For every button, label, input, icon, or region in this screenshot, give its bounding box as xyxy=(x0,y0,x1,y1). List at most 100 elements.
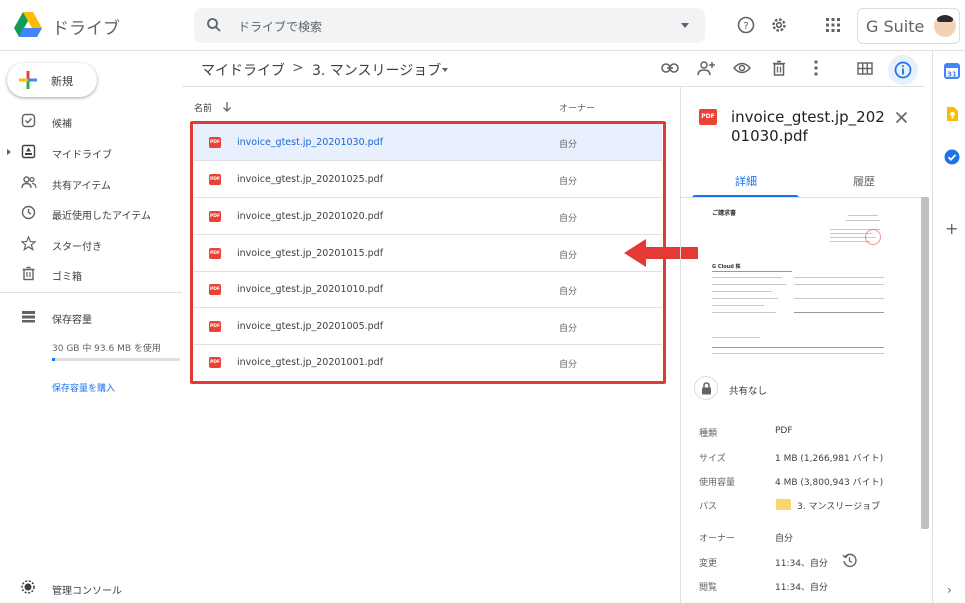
highlight-box xyxy=(190,121,666,384)
sidebar-item-starred[interactable]: スター付き xyxy=(0,232,180,256)
version-history-icon[interactable] xyxy=(842,553,857,568)
seal-stamp-icon xyxy=(865,229,881,245)
sidebar-item-recent[interactable]: 最近使用したアイテム xyxy=(0,201,180,225)
sidebar-item-suggested[interactable]: 候補 xyxy=(0,109,180,133)
delete-icon[interactable] xyxy=(772,60,786,76)
details-scrollbar[interactable] xyxy=(921,197,929,529)
prop-size-key: サイズ xyxy=(699,454,726,464)
buy-storage-link[interactable]: 保存容量を購入 xyxy=(52,381,115,394)
shared-icon xyxy=(21,176,37,189)
apps-grid-icon[interactable] xyxy=(826,18,840,32)
breadcrumb-dropdown-icon[interactable] xyxy=(442,68,448,72)
add-person-icon[interactable] xyxy=(697,60,715,76)
prop-path-key: パス xyxy=(699,502,718,512)
sharing-lock-button[interactable] xyxy=(694,376,718,400)
app-title: ドライブ xyxy=(52,19,120,39)
prop-type-key: 種類 xyxy=(699,429,718,439)
search-icon[interactable] xyxy=(206,17,222,33)
preview-eye-icon[interactable] xyxy=(733,62,751,74)
tab-activity[interactable]: 履歴 xyxy=(853,173,875,189)
admin-console-label: 管理コンソール xyxy=(52,586,122,597)
keep-icon[interactable] xyxy=(944,106,960,122)
column-header-name[interactable]: 名前 xyxy=(194,101,212,114)
storage-usage: 30 GB 中 93.6 MB を使用 xyxy=(52,344,161,354)
sidebar-item-label: マイドライブ xyxy=(52,150,112,161)
prop-viewed-value: 11:34、自分 xyxy=(775,583,828,593)
prop-type-value: PDF xyxy=(775,426,793,436)
pdf-file-icon: PDF xyxy=(699,109,717,125)
admin-console-link[interactable]: 管理コンソール xyxy=(0,577,180,599)
search-options-icon[interactable] xyxy=(681,23,689,28)
clock-icon xyxy=(21,205,36,220)
tasks-icon[interactable] xyxy=(944,149,960,165)
side-rail-divider xyxy=(932,51,933,603)
prop-viewed-key: 閲覧 xyxy=(699,583,718,593)
prop-size-value: 1 MB (1,266,981 バイト) xyxy=(775,454,884,464)
storage-label[interactable]: 保存容量 xyxy=(52,311,92,326)
sidebar-divider xyxy=(0,292,182,293)
preview-company: G Cloud 株 xyxy=(712,264,741,270)
account-switcher[interactable]: G Suite xyxy=(857,8,960,44)
avatar[interactable] xyxy=(934,15,956,37)
top-bar: ドライブ ドライブで検索 ? G Suite xyxy=(0,0,965,51)
search-box[interactable]: ドライブで検索 xyxy=(194,8,705,43)
trash-icon xyxy=(22,266,35,281)
lock-icon xyxy=(702,382,711,395)
my-drive-icon xyxy=(21,144,36,159)
prop-modified-key: 変更 xyxy=(699,559,718,569)
sidebar-item-label: 候補 xyxy=(52,119,72,130)
sidebar-item-trash[interactable]: ゴミ箱 xyxy=(0,262,180,286)
help-icon[interactable]: ? xyxy=(737,16,755,34)
prop-storage-used-value: 4 MB (3,800,943 バイト) xyxy=(775,478,884,488)
storage-bar-fill xyxy=(52,358,55,361)
sort-arrow-down-icon[interactable] xyxy=(222,101,232,112)
sharing-status: 共有なし xyxy=(729,386,768,397)
column-header-owner[interactable]: オーナー xyxy=(559,101,595,114)
file-preview-thumbnail[interactable]: ご請求書 G Cloud 株 xyxy=(698,205,892,355)
gsuite-label: G Suite xyxy=(866,17,925,36)
storage-bar xyxy=(52,358,180,361)
link-icon[interactable] xyxy=(661,62,679,74)
sidebar-item-label: 最近使用したアイテム xyxy=(52,211,151,222)
highlight-arrow-icon xyxy=(624,239,706,267)
breadcrumb-root[interactable]: マイドライブ xyxy=(201,60,285,80)
calendar-icon[interactable]: 31 xyxy=(944,63,960,79)
chevron-right-icon[interactable]: › xyxy=(947,583,952,597)
sidebar-item-my-drive[interactable]: マイドライブ xyxy=(0,140,180,164)
settings-gear-icon[interactable] xyxy=(770,16,788,34)
prop-modified-value: 11:34、自分 xyxy=(775,559,828,569)
svg-text:31: 31 xyxy=(947,71,957,79)
star-icon xyxy=(21,236,36,251)
close-icon[interactable] xyxy=(895,111,908,124)
search-placeholder[interactable]: ドライブで検索 xyxy=(238,18,322,35)
prop-owner-key: オーナー xyxy=(699,534,736,544)
prop-owner-value: 自分 xyxy=(775,534,794,544)
svg-text:?: ? xyxy=(743,21,748,32)
more-vert-icon[interactable] xyxy=(814,60,818,76)
plus-icon xyxy=(19,71,37,89)
details-panel-divider xyxy=(680,87,681,603)
tabs-divider xyxy=(681,197,924,198)
expand-caret-icon[interactable] xyxy=(7,149,11,155)
prop-storage-used-key: 使用容量 xyxy=(699,478,736,488)
sidebar-item-label: ゴミ箱 xyxy=(52,272,82,283)
sidebar-item-label: スター付き xyxy=(52,242,102,253)
new-button[interactable]: 新規 xyxy=(7,63,97,97)
breadcrumb-separator-icon: > xyxy=(292,60,304,76)
info-icon xyxy=(894,61,912,79)
tab-details[interactable]: 詳細 xyxy=(735,173,757,189)
prop-path-value[interactable]: 3. マンスリージョブ xyxy=(797,499,880,512)
drive-logo-icon[interactable] xyxy=(14,12,42,41)
admin-console-icon xyxy=(21,580,35,594)
new-button-label: 新規 xyxy=(51,75,73,88)
grid-view-icon[interactable] xyxy=(857,62,873,75)
preview-heading: ご請求書 xyxy=(712,210,737,217)
sidebar-item-label: 共有アイテム xyxy=(52,181,111,192)
breadcrumb-current[interactable]: 3. マンスリージョブ xyxy=(312,60,441,80)
toolbar-divider xyxy=(182,86,924,87)
sidebar-item-shared[interactable]: 共有アイテム xyxy=(0,171,180,195)
details-title: invoice_gtest.jp_20201030.pdf xyxy=(731,108,885,145)
info-button[interactable] xyxy=(888,55,918,85)
add-addon-plus-icon[interactable]: + xyxy=(945,219,958,238)
storage-icon xyxy=(22,311,35,323)
